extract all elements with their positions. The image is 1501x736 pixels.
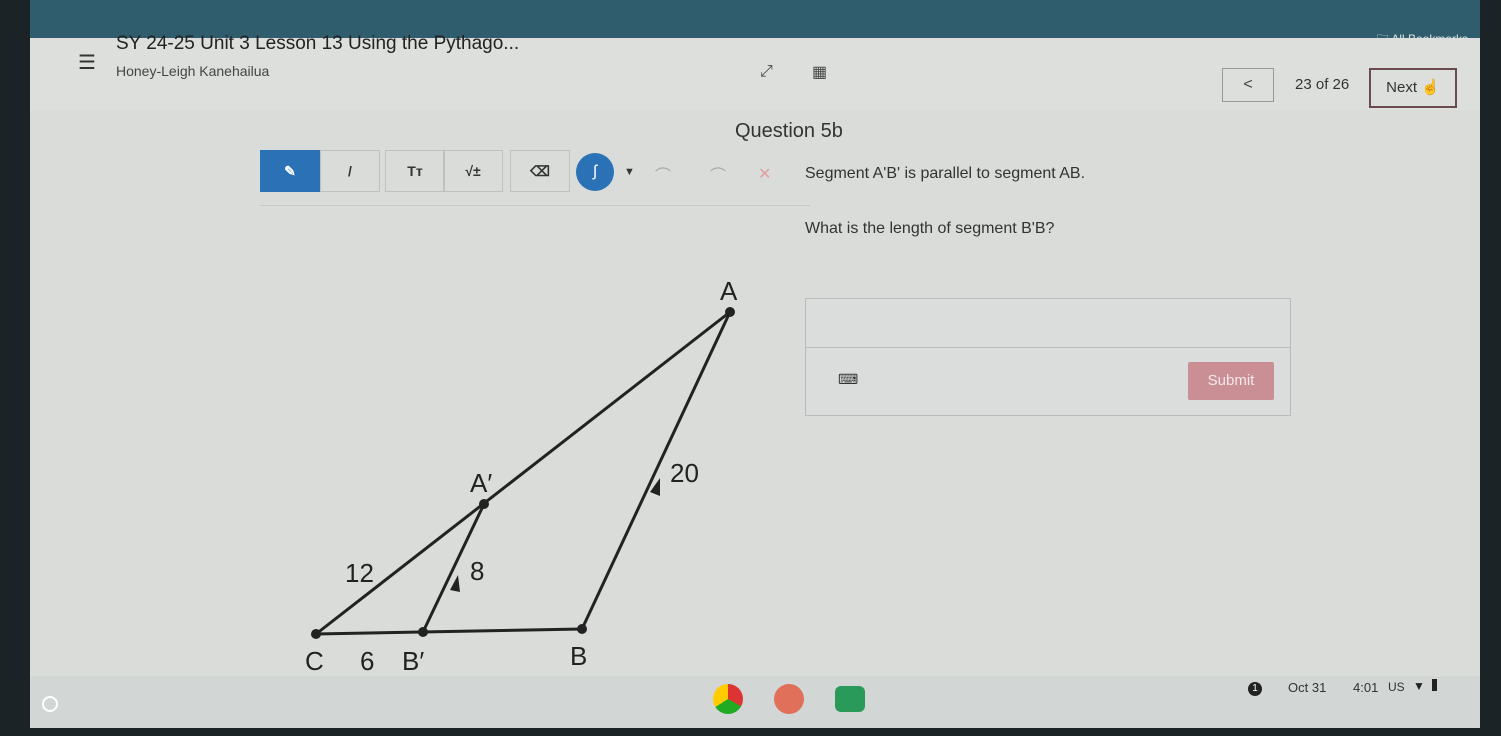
pencil-tool[interactable]: ✎ (260, 150, 320, 192)
question-title: Question 5b (735, 120, 843, 142)
menu-icon[interactable]: ☰ (78, 50, 96, 75)
label-A-prime: A′ (470, 468, 492, 498)
length-8: 8 (470, 556, 484, 586)
answer-input[interactable] (806, 299, 1290, 348)
date[interactable]: Oct 31 (1288, 680, 1326, 695)
label-A: A (720, 276, 738, 306)
point-A (725, 307, 735, 317)
app-icon[interactable] (774, 684, 804, 714)
question-prompt: What is the length of segment B'B? (805, 220, 1055, 237)
segment-CA (315, 310, 731, 636)
page-count: 23 of 26 (1295, 76, 1350, 93)
classroom-icon[interactable] (835, 686, 865, 712)
triangle-diagram: A A′ C B′ B 12 8 20 6 (305, 276, 738, 676)
dropdown-icon[interactable]: ▼ (624, 166, 635, 178)
page-title: SY 24-25 Unit 3 Lesson 13 Using the Pyth… (116, 33, 520, 54)
line-tool[interactable]: / (320, 150, 380, 192)
chrome-icon[interactable] (713, 684, 743, 714)
length-12: 12 (345, 558, 374, 588)
drawing-canvas[interactable]: A A′ C B′ B 12 8 20 6 (260, 205, 810, 686)
notification-icon[interactable]: 1 (1248, 682, 1262, 696)
point-B-prime (418, 627, 428, 637)
next-button[interactable]: Next ☝ (1369, 68, 1457, 108)
time[interactable]: 4:01 (1353, 680, 1378, 695)
eraser-tool[interactable]: ⌫ (510, 150, 570, 192)
text-tool[interactable]: Tт (385, 150, 445, 192)
expand-icon[interactable]: ⤢ (760, 63, 773, 81)
math-tool[interactable]: √± (443, 150, 503, 192)
segment-CB (315, 627, 583, 636)
clear-icon[interactable]: ✕ (758, 164, 771, 184)
redo-icon[interactable]: ⌒ (710, 162, 726, 186)
parallel-arrow (450, 575, 460, 592)
label-B-prime: B′ (402, 646, 424, 676)
screen: 🗀 All Bookmarks ☰ SY 24-25 Unit 3 Lesson… (30, 0, 1480, 728)
previous-button[interactable]: < (1222, 68, 1274, 102)
battery-icon[interactable] (1432, 679, 1437, 691)
undo-icon[interactable]: ⌒ (655, 162, 671, 186)
header: ☰ SY 24-25 Unit 3 Lesson 13 Using the Py… (30, 33, 1480, 110)
label-B: B (570, 641, 587, 671)
length-20: 20 (670, 458, 699, 488)
hand-cursor-icon: ☝ (1421, 79, 1440, 96)
keyboard-icon[interactable]: ⌨ (838, 371, 858, 388)
launcher-icon[interactable] (42, 696, 58, 712)
question-statement: Segment A'B' is parallel to segment AB. (805, 165, 1086, 182)
submit-button[interactable]: Submit (1188, 362, 1274, 400)
point-A-prime (479, 499, 489, 509)
next-label: Next (1386, 79, 1417, 96)
label-C: C (305, 646, 324, 676)
length-6: 6 (360, 646, 374, 676)
color-picker[interactable]: ʃ (576, 153, 614, 191)
student-name: Honey-Leigh Kanehailua (116, 63, 270, 79)
calculator-icon[interactable]: ▦ (812, 62, 827, 82)
taskbar: 1 Oct 31 4:01 US ▼ (30, 676, 1480, 728)
point-C (311, 629, 321, 639)
point-B (577, 624, 587, 634)
locale[interactable]: US (1388, 680, 1405, 694)
wifi-icon[interactable]: ▼ (1413, 679, 1425, 693)
segment-BA (580, 311, 732, 630)
